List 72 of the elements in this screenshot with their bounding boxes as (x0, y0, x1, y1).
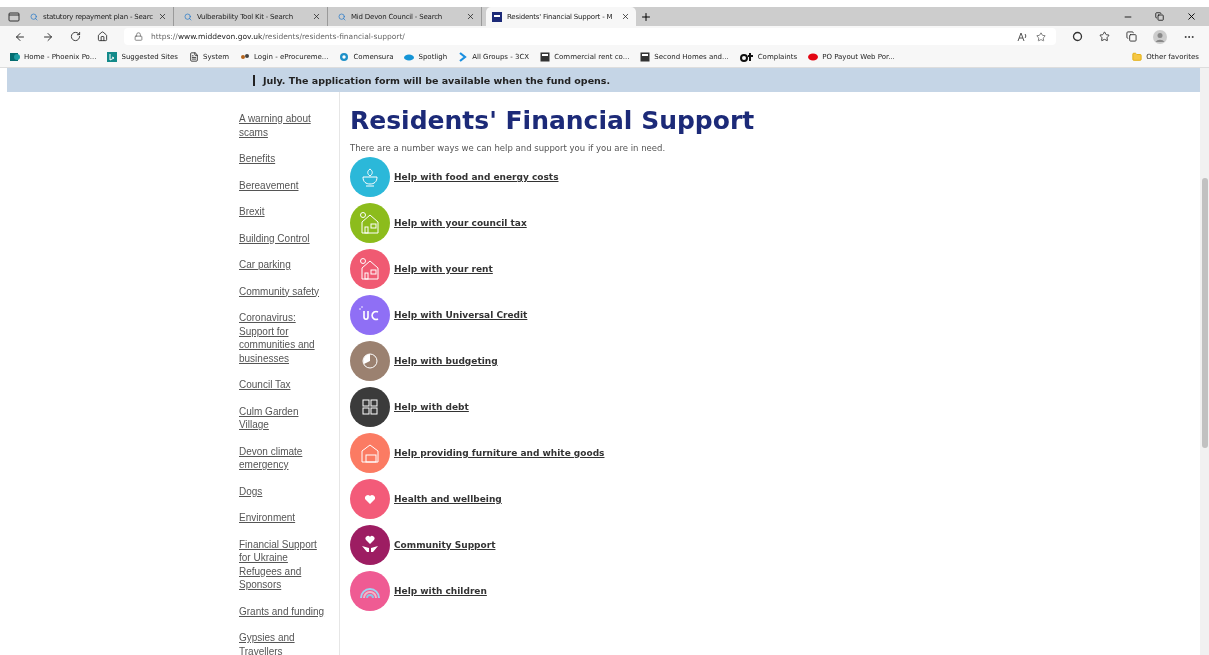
house-icon (350, 433, 390, 473)
chevron-icon (458, 52, 469, 62)
close-icon[interactable] (466, 12, 475, 21)
sidebar-link[interactable]: Environment (239, 511, 331, 525)
help-link[interactable]: Help with budgeting (394, 356, 498, 366)
close-icon[interactable] (312, 12, 321, 21)
calculator-icon (540, 52, 551, 62)
sidebar-link[interactable]: Car parking (239, 258, 331, 272)
back-icon[interactable] (14, 30, 26, 43)
grid-icon (350, 387, 390, 427)
help-link[interactable]: Help with children (394, 586, 487, 596)
folder-icon (1132, 52, 1143, 62)
close-icon[interactable] (1186, 11, 1197, 22)
ot-logo-icon (739, 52, 754, 62)
home-icon[interactable] (97, 31, 108, 42)
calculator-icon (640, 52, 651, 62)
cup-icon (350, 157, 390, 197)
favorite-icon[interactable] (1036, 31, 1046, 42)
scrollbar[interactable] (1200, 68, 1209, 655)
sidebar-link[interactable]: Bereavement (239, 178, 331, 192)
sidebar-link[interactable]: Dogs (239, 484, 331, 498)
tab-actions-icon[interactable] (8, 11, 20, 22)
sidebar-link[interactable]: Devon climate emergency (239, 444, 331, 472)
favorites-icon[interactable] (1099, 31, 1110, 42)
help-link[interactable]: Help with food and energy costs (394, 172, 559, 182)
collections-icon[interactable] (1126, 31, 1137, 42)
search-icon (184, 12, 192, 21)
ring-icon (339, 52, 350, 62)
sidebar-link[interactable]: Brexit (239, 205, 331, 219)
house-icon (350, 203, 390, 243)
refresh-icon[interactable] (70, 31, 81, 42)
page-icon (189, 52, 199, 62)
sidebar-link[interactable]: Coronavirus: Support for communities and businesses (239, 311, 331, 365)
oval-logo-icon (808, 52, 819, 62)
restore-icon[interactable] (1155, 12, 1164, 21)
sharepoint-icon (10, 52, 20, 62)
forward-icon[interactable] (42, 30, 54, 43)
help-link[interactable]: Community Support (394, 540, 496, 550)
banner-text: July. The application form will be available when the fund opens. (253, 74, 611, 86)
sidebar-link[interactable]: Benefits (239, 152, 331, 166)
page-title: Residents' Financial Support (350, 106, 755, 135)
sidebar-link[interactable]: Council Tax (239, 378, 331, 392)
cloud-icon (404, 52, 415, 62)
help-link[interactable]: Help with debt (394, 402, 469, 412)
search-icon (30, 12, 38, 21)
site-favicon (492, 11, 502, 22)
read-aloud-icon[interactable] (1017, 32, 1028, 41)
intro-text: There are a number ways we can help and support you if you are in need. (350, 143, 667, 153)
sidebar-link[interactable]: Community safety (239, 284, 331, 298)
help-link[interactable]: Health and wellbeing (394, 494, 502, 504)
sidebar-link[interactable]: Culm Garden Village (239, 404, 331, 432)
sidebar-link[interactable]: A warning about scams (239, 112, 331, 139)
close-icon[interactable] (621, 12, 630, 21)
lock-icon (134, 32, 143, 41)
sidebar-link[interactable]: Building Control (239, 231, 331, 245)
help-link[interactable]: Help with your council tax (394, 218, 527, 228)
help-link[interactable]: Help with Universal Credit (394, 310, 528, 320)
search-icon (338, 12, 346, 21)
sidebar-link[interactable]: Gypsies and Travellers (239, 631, 331, 655)
uc-icon (350, 295, 390, 335)
help-link[interactable]: Help with your rent (394, 264, 493, 274)
rainbow-icon (350, 571, 390, 611)
house-icon (350, 249, 390, 289)
new-tab-icon[interactable] (640, 10, 652, 23)
sidebar-link[interactable]: Grants and funding (239, 604, 331, 618)
pie-chart-icon (350, 341, 390, 381)
crowd-icon (240, 52, 251, 62)
sidebar-link[interactable]: Financial Support for Ukraine Refugees and Sponsors (239, 537, 331, 592)
profile-avatar[interactable] (1153, 29, 1167, 44)
close-icon[interactable] (158, 12, 167, 21)
bing-icon (107, 52, 118, 62)
help-link[interactable]: Help providing furniture and white goods (394, 448, 605, 458)
